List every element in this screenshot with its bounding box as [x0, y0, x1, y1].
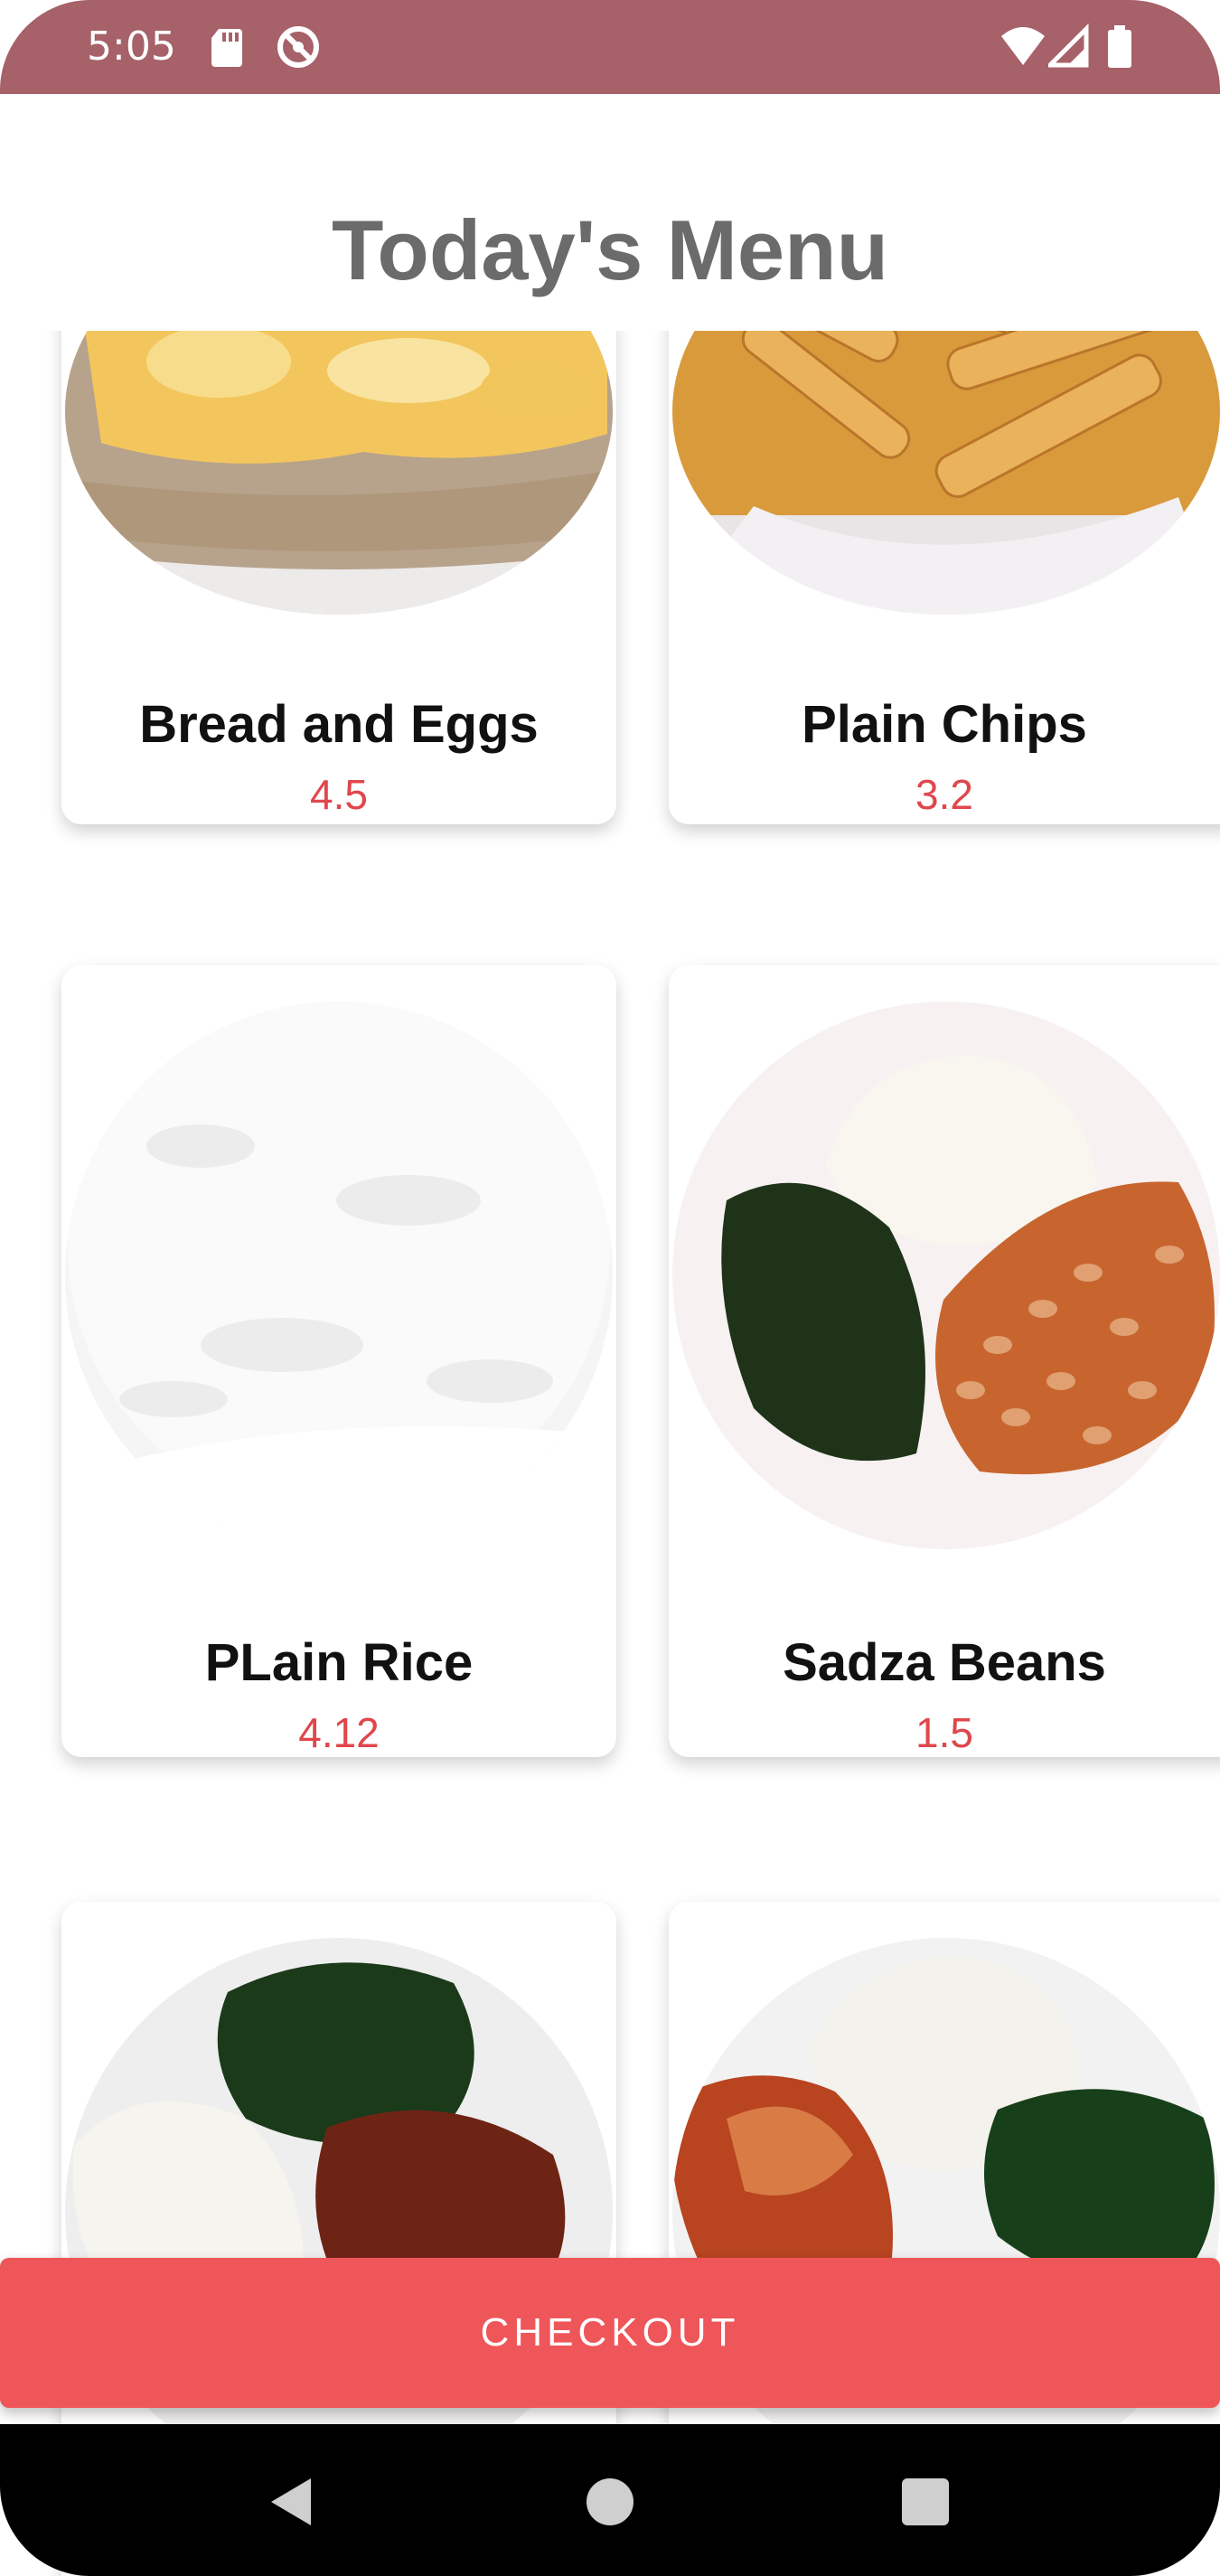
item-price: 1.5 — [915, 1709, 973, 1756]
item-price: 4.5 — [310, 771, 368, 818]
menu-card[interactable]: PLain Rice 4.12 — [61, 965, 616, 1757]
item-name: Bread and Eggs — [139, 695, 539, 754]
back-icon[interactable] — [258, 2468, 327, 2536]
plain-rice-image — [65, 1001, 613, 1549]
item-price: 4.12 — [298, 1709, 380, 1756]
item-name: PLain Rice — [204, 1633, 474, 1692]
menu-card[interactable]: Bread and Eggs 4.5 — [61, 271, 616, 824]
menu-grid[interactable]: Bread and Eggs 4.5 Plain Chips 3.2 PLain… — [0, 0, 1220, 2576]
item-price: 3.2 — [915, 771, 973, 818]
home-icon[interactable] — [576, 2468, 644, 2536]
item-name: Sadza Beans — [783, 1633, 1106, 1692]
item-name: Plain Chips — [802, 695, 1087, 754]
sadza-beans-image — [672, 1001, 1220, 1549]
navigation-bar — [0, 2424, 1220, 2576]
menu-card[interactable]: Sadza Beans 1.5 — [669, 965, 1220, 1757]
recents-icon[interactable] — [891, 2468, 960, 2536]
checkout-button[interactable]: CHECKOUT — [0, 2258, 1220, 2408]
page-title: Today's Menu — [331, 202, 888, 297]
menu-card[interactable]: Plain Chips 3.2 — [669, 271, 1220, 824]
